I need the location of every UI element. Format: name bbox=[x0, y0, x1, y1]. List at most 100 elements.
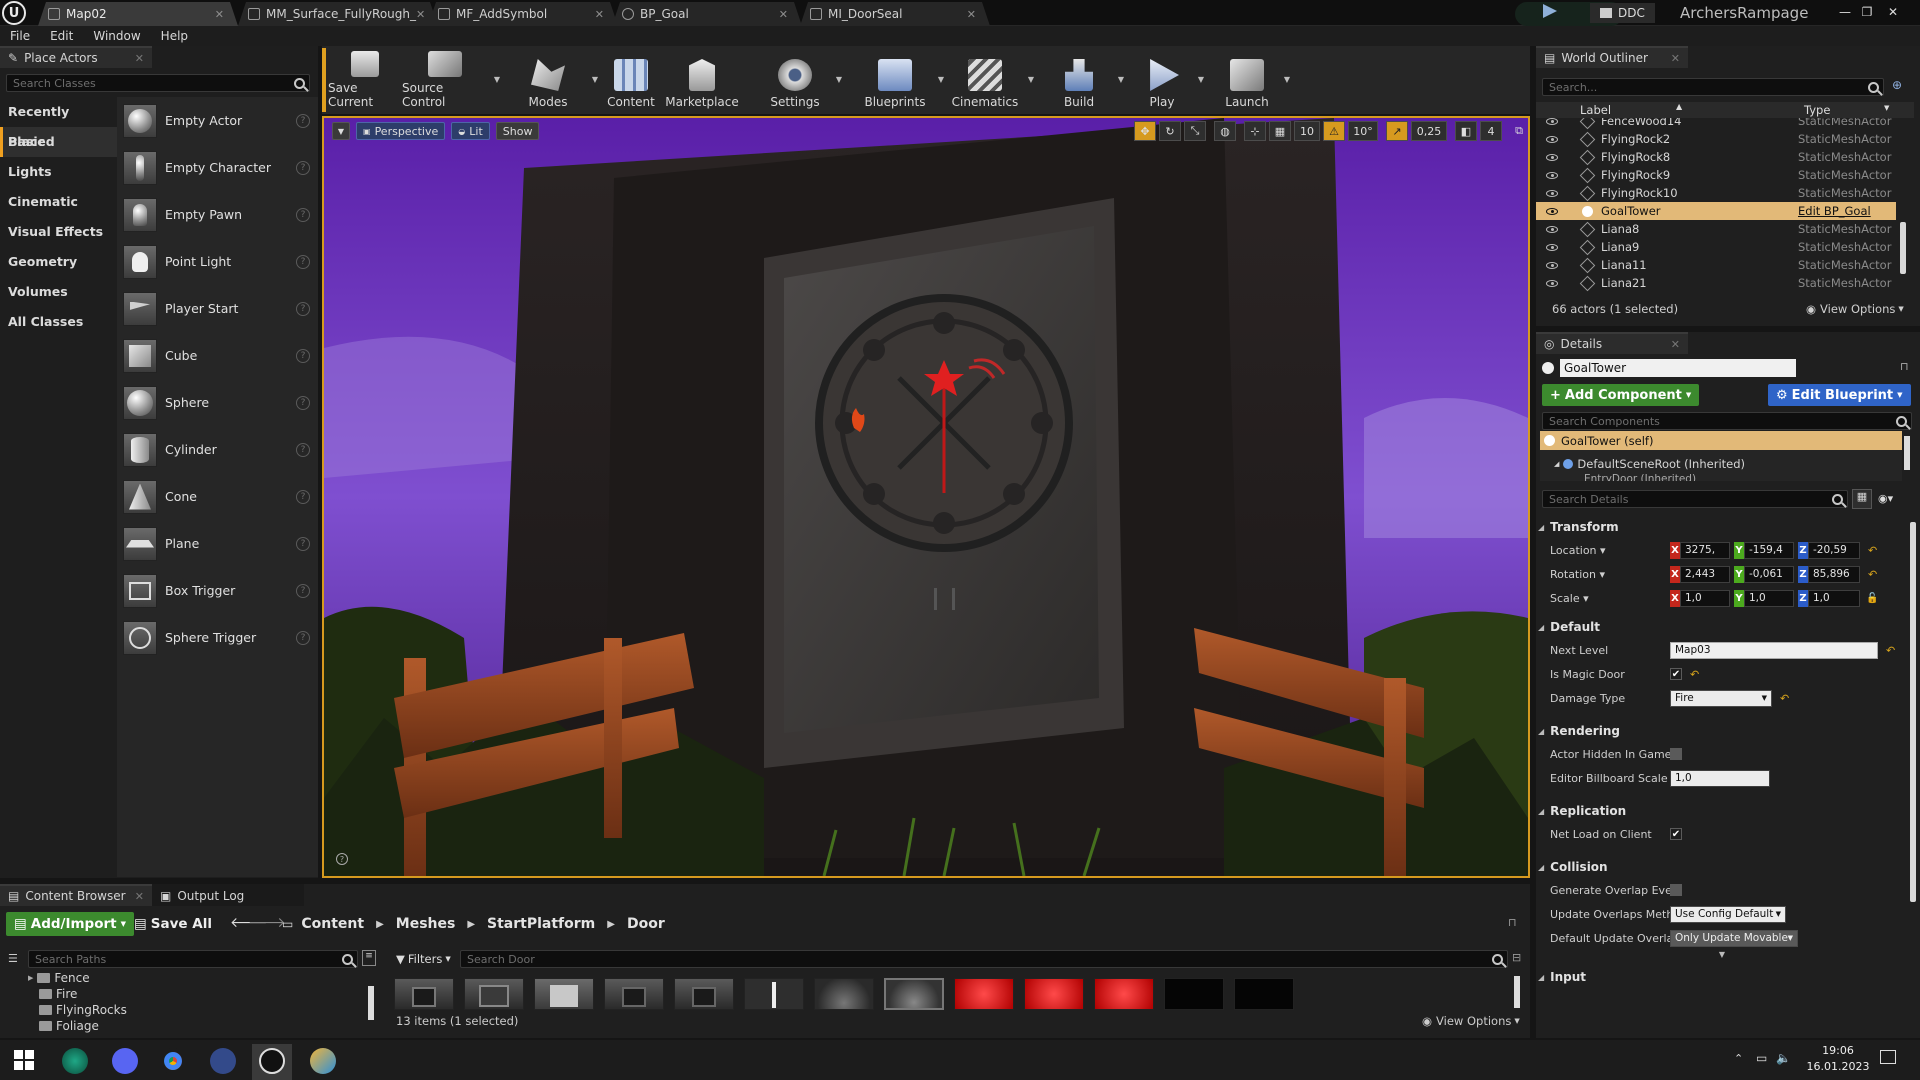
search-components-input[interactable]: Search Components bbox=[1542, 412, 1912, 430]
search-details-input[interactable]: Search Details bbox=[1542, 490, 1848, 508]
network-icon[interactable]: ▭ bbox=[1756, 1051, 1767, 1065]
tray-chevron-icon[interactable]: ⌃ bbox=[1734, 1052, 1743, 1065]
location-y-field[interactable]: -159,4 bbox=[1744, 541, 1794, 559]
notifications-icon[interactable] bbox=[1880, 1050, 1896, 1064]
rotation-x-field[interactable]: 2,443 bbox=[1680, 565, 1730, 583]
show-button[interactable]: Show bbox=[495, 122, 540, 140]
eye-icon[interactable] bbox=[1546, 189, 1558, 197]
minimize-icon[interactable]: — bbox=[1834, 5, 1856, 19]
outliner-row[interactable]: FlyingRock8 StaticMeshActor bbox=[1536, 148, 1896, 166]
asset-thumbnail-black[interactable] bbox=[1234, 978, 1294, 1010]
help-icon[interactable]: ? bbox=[296, 254, 310, 269]
outliner-row[interactable]: Liana8 StaticMeshActor bbox=[1536, 220, 1896, 238]
search-classes-input[interactable]: Search Classes bbox=[6, 74, 310, 92]
actor-cone[interactable]: Cone? bbox=[117, 473, 318, 520]
asset-thumbnail-selected[interactable] bbox=[884, 978, 944, 1010]
play-button[interactable]: Play ▼ bbox=[1132, 51, 1204, 109]
unreal-logo-icon[interactable]: U bbox=[2, 1, 26, 25]
eye-icon[interactable] bbox=[1546, 225, 1558, 233]
help-icon[interactable]: ? bbox=[296, 113, 310, 128]
clock-date[interactable]: 16.01.2023 bbox=[1804, 1060, 1872, 1073]
pin-icon[interactable]: ⊕ bbox=[1892, 78, 1902, 92]
overlap-events-checkbox[interactable] bbox=[1670, 884, 1682, 896]
search-door-input[interactable]: Search Door bbox=[460, 950, 1508, 968]
eye-icon[interactable] bbox=[1546, 207, 1558, 215]
eye-icon[interactable] bbox=[1546, 118, 1558, 125]
section-default[interactable]: ◢ Default bbox=[1536, 616, 1908, 638]
level-viewport[interactable]: ▼ ▣ Perspective ◒ Lit Show ✥ ↻ ⤡ ◍ ⊹ ▦ 10 … bbox=[322, 116, 1530, 878]
scale-x-field[interactable]: 1,0 bbox=[1680, 589, 1730, 607]
asset-thumbnail[interactable] bbox=[534, 978, 594, 1010]
hidden-in-game-checkbox[interactable] bbox=[1670, 748, 1682, 760]
next-level-field[interactable]: Map03 bbox=[1670, 641, 1878, 659]
breadcrumb-separator-icon[interactable]: ▶ bbox=[467, 919, 475, 930]
section-replication[interactable]: ◢ Replication bbox=[1536, 800, 1908, 822]
breadcrumb-content[interactable]: Content bbox=[301, 916, 364, 932]
section-rendering[interactable]: ◢ Rendering bbox=[1536, 720, 1908, 742]
column-label[interactable]: Label bbox=[1580, 103, 1611, 117]
section-collision[interactable]: ◢ Collision bbox=[1536, 856, 1908, 878]
asset-thumbnail-red[interactable] bbox=[1094, 978, 1154, 1010]
close-icon[interactable]: ✕ bbox=[135, 52, 144, 65]
category-geometry[interactable]: Geometry bbox=[0, 247, 117, 277]
breadcrumb-separator-icon[interactable]: ▶ bbox=[376, 919, 384, 930]
save-all-button[interactable]: ▤ Save All bbox=[134, 914, 212, 934]
marketplace-button[interactable]: Marketplace bbox=[665, 51, 739, 109]
breadcrumb-door[interactable]: Door bbox=[627, 916, 665, 932]
reset-arrow-icon[interactable]: ↶ bbox=[1868, 544, 1877, 557]
scale-y-field[interactable]: 1,0 bbox=[1744, 589, 1794, 607]
folder-foliage[interactable]: Foliage bbox=[28, 1018, 368, 1034]
location-x-field[interactable]: 3275, bbox=[1680, 541, 1730, 559]
dropdown-arrow-icon[interactable]: ▼ bbox=[938, 75, 944, 84]
dropdown-arrow-icon[interactable]: ▼ bbox=[1118, 75, 1124, 84]
content-button[interactable]: Content bbox=[596, 51, 666, 109]
forward-arrow-icon[interactable]: 🡒 bbox=[248, 914, 286, 931]
actor-plane[interactable]: Plane? bbox=[117, 520, 318, 567]
help-icon[interactable]: ? bbox=[296, 348, 310, 363]
details-scrollbar[interactable] bbox=[1910, 522, 1916, 902]
blueprints-button[interactable]: Blueprints ▼ bbox=[858, 51, 944, 109]
volume-icon[interactable]: 🔈 bbox=[1776, 1051, 1791, 1065]
category-lights[interactable]: Lights bbox=[0, 157, 117, 187]
scale-snap-value[interactable]: 0,25 bbox=[1411, 121, 1447, 141]
category-visual-effects[interactable]: Visual Effects bbox=[0, 217, 117, 247]
folder-flyingrocks[interactable]: FlyingRocks bbox=[28, 1002, 368, 1018]
outliner-row[interactable]: FlyingRock9 StaticMeshActor bbox=[1536, 166, 1896, 184]
windows-start-icon[interactable] bbox=[14, 1050, 34, 1070]
menu-window[interactable]: Window bbox=[83, 26, 150, 46]
cinematics-button[interactable]: Cinematics ▼ bbox=[948, 51, 1034, 109]
close-icon[interactable]: ✕ bbox=[135, 890, 144, 903]
scale-z-field[interactable]: 1,0 bbox=[1808, 589, 1860, 607]
component-entry-door[interactable]: EntryDoor (Inherited) bbox=[1540, 473, 1902, 481]
maximize-viewport-icon[interactable]: ⧉ bbox=[1508, 121, 1528, 141]
actor-cylinder[interactable]: Cylinder? bbox=[117, 426, 318, 473]
scale-icon[interactable]: ⤡ bbox=[1184, 121, 1206, 141]
component-default-scene-root[interactable]: ◢ DefaultSceneRoot (Inherited) bbox=[1540, 454, 1902, 473]
save-current-button[interactable]: Save Current bbox=[328, 51, 402, 109]
category-cinematic[interactable]: Cinematic bbox=[0, 187, 117, 217]
edit-bp-goal-link[interactable]: Edit BP_Goal bbox=[1798, 204, 1871, 218]
outliner-scrollbar[interactable] bbox=[1900, 222, 1906, 274]
place-actors-tab[interactable]: ✎ Place Actors ✕ bbox=[0, 46, 152, 68]
outliner-row[interactable]: Liana9 StaticMeshActor bbox=[1536, 238, 1896, 256]
section-transform[interactable]: ◢ Transform bbox=[1536, 516, 1908, 538]
translate-icon[interactable]: ✥ bbox=[1134, 121, 1156, 141]
dropdown-arrow-icon[interactable]: ▼ bbox=[494, 75, 500, 84]
expand-arrow-icon[interactable]: ◢ bbox=[1554, 460, 1559, 468]
magic-door-checkbox[interactable]: ✔ bbox=[1670, 668, 1682, 680]
actor-sphere-trigger[interactable]: Sphere Trigger? bbox=[117, 614, 318, 661]
surface-snap-icon[interactable]: ⊹ bbox=[1244, 121, 1266, 141]
folder-fence[interactable]: ▶ Fence bbox=[28, 970, 368, 986]
asset-thumbnail-skeleton[interactable] bbox=[744, 978, 804, 1010]
perspective-button[interactable]: ▣ Perspective bbox=[356, 122, 446, 140]
visibility-icon[interactable]: ◉▾ bbox=[1878, 492, 1893, 505]
outliner-row[interactable]: FlyingRock10 StaticMeshActor bbox=[1536, 184, 1896, 202]
section-input[interactable]: ◢ Input bbox=[1536, 966, 1908, 988]
world-space-icon[interactable]: ◍ bbox=[1214, 121, 1236, 141]
column-type[interactable]: Type bbox=[1804, 103, 1830, 117]
tab-mi-doorseal[interactable]: MI_DoorSeal ✕ bbox=[800, 2, 990, 26]
breadcrumb-startplatform[interactable]: StartPlatform bbox=[487, 916, 595, 932]
save-search-icon[interactable]: ⊟ bbox=[1512, 951, 1521, 964]
world-outliner-tab[interactable]: ▤ World Outliner ✕ bbox=[1536, 46, 1688, 68]
details-tab[interactable]: ◎ Details ✕ bbox=[1536, 332, 1688, 354]
